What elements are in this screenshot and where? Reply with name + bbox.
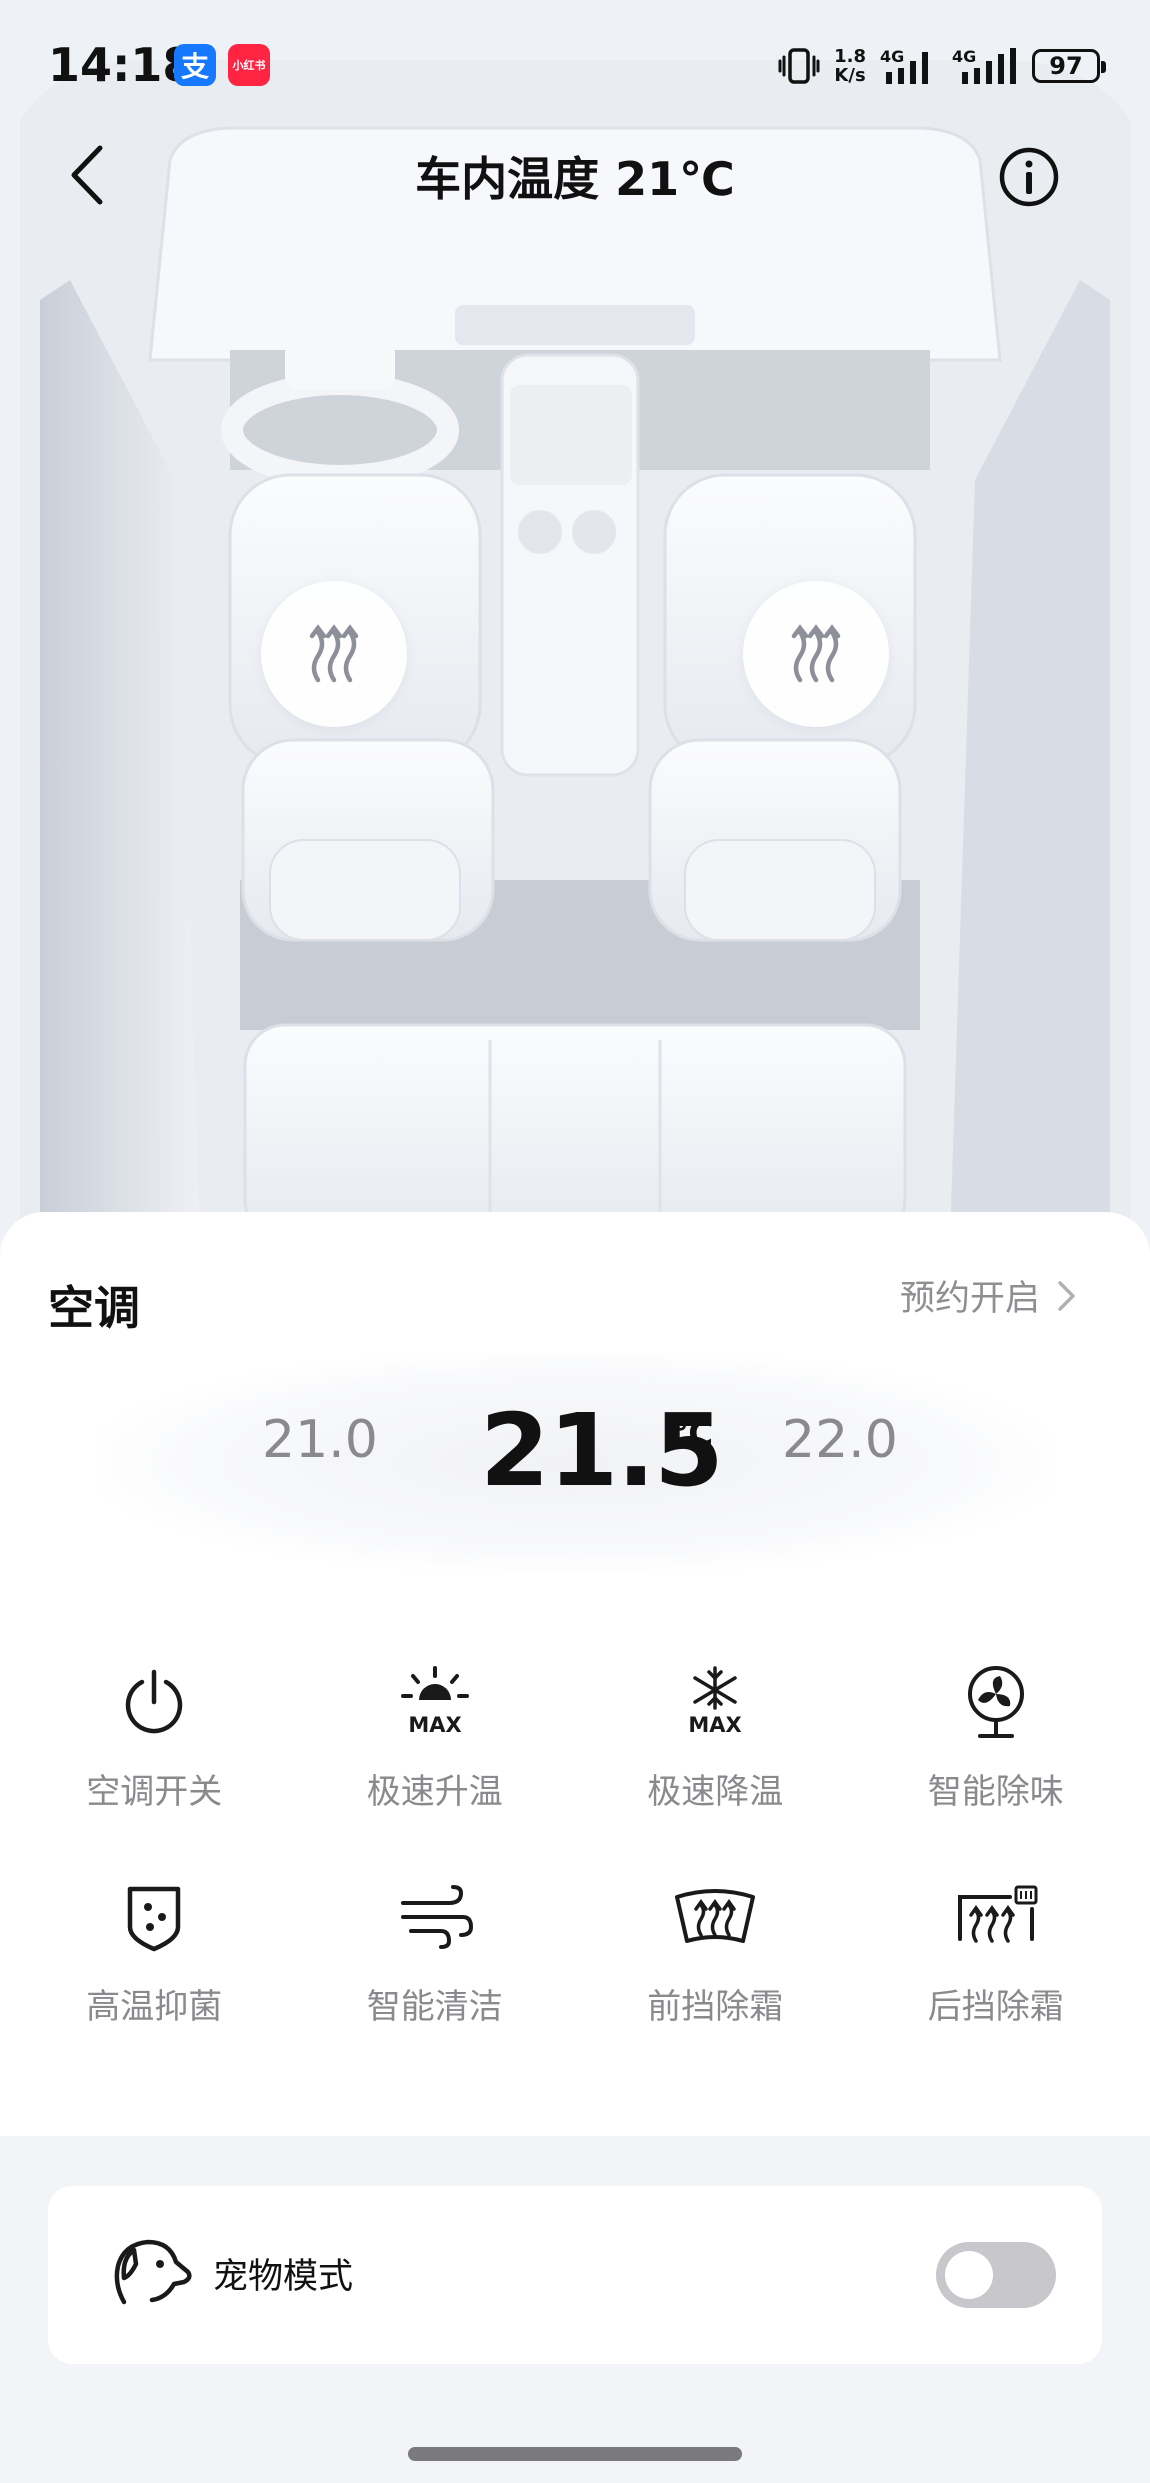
- pet-mode-toggle[interactable]: [936, 2242, 1056, 2308]
- smart-deodorize-button[interactable]: 智能除味: [856, 1660, 1137, 1813]
- seat-heat-icon: [791, 624, 841, 683]
- status-indicators: 1.8 K/s 4G 4G 97: [778, 44, 1106, 88]
- seat-heat-icon: [309, 624, 359, 683]
- ac-power-button[interactable]: 空调开关: [14, 1660, 295, 1813]
- status-bar: 14:18 支 小红书 1.8 K/s 4G 4G 97: [0, 0, 1150, 130]
- smart-clean-button[interactable]: 智能清洁: [295, 1875, 576, 2028]
- network-speed-value: 1.8: [834, 46, 866, 67]
- rear-defrost-icon: [957, 1885, 1038, 1943]
- rapid-cool-button[interactable]: MAX 极速降温: [575, 1660, 856, 1813]
- schedule-label: 预约开启: [899, 1279, 1040, 1319]
- passenger-seat-heater-button[interactable]: [743, 581, 889, 727]
- high-temp-sterilize-button[interactable]: 高温抑菌: [14, 1875, 295, 2028]
- temp-unit: ℃: [672, 1414, 714, 1454]
- front-defrost-button[interactable]: 前挡除霜: [575, 1875, 856, 2028]
- dog-icon: [114, 2239, 192, 2305]
- chevron-right-icon: [1058, 1280, 1075, 1311]
- ac-function-grid: 空调开关 MAX 极速升温 MAX 极速降温 智能除味 高温抑菌 智能清洁 前挡…: [14, 1660, 1136, 2028]
- shield-dots-icon: [128, 1886, 181, 1952]
- rapid-heat-label: 极速升温: [366, 1772, 503, 1812]
- cellular-signal-icon: 4G: [880, 47, 928, 84]
- wind-icon: [400, 1885, 473, 1949]
- ac-section-title: 空调: [48, 1281, 140, 1335]
- snowflake-max-icon: MAX: [689, 1666, 742, 1737]
- app-screen: 14:18 支 小红书 1.8 K/s 4G 4G 97 车内温度 21℃ 空调…: [0, 0, 1150, 2483]
- home-indicator[interactable]: [408, 2447, 742, 2461]
- front-defrost-label: 前挡除霜: [647, 1987, 784, 2027]
- rapid-cool-label: 极速降温: [647, 1772, 784, 1812]
- front-defrost-icon: [675, 1889, 756, 1943]
- temp-option-lower[interactable]: 21.0: [262, 1410, 378, 1470]
- sun-max-icon: MAX: [400, 1666, 469, 1737]
- pet-mode-label: 宠物模式: [213, 2257, 354, 2297]
- ac-power-label: 空调开关: [86, 1772, 223, 1812]
- smart-deodorize-label: 智能除味: [927, 1772, 1064, 1812]
- vibrate-icon: [778, 48, 820, 84]
- status-time: 14:18: [48, 38, 195, 92]
- network-speed-unit: K/s: [834, 65, 866, 86]
- battery-indicator: 97: [1032, 49, 1106, 83]
- alipay-icon: 支: [174, 44, 216, 86]
- info-button[interactable]: [998, 146, 1060, 208]
- page-title: 车内温度 21℃: [415, 152, 735, 206]
- rear-defrost-button[interactable]: 后挡除霜: [856, 1875, 1137, 2028]
- rear-defrost-label: 后挡除霜: [927, 1987, 1064, 2027]
- svg-text:MAX: MAX: [689, 1713, 742, 1737]
- toggle-knob: [945, 2251, 993, 2299]
- pet-mode-card: 宠物模式: [48, 2186, 1102, 2364]
- network-speed: 1.8 K/s: [834, 47, 866, 85]
- xiaohongshu-icon: 小红书: [228, 44, 270, 86]
- high-temp-sterilize-label: 高温抑菌: [86, 1987, 223, 2027]
- info-icon: [999, 147, 1059, 207]
- driver-seat-heater-button[interactable]: [261, 581, 407, 727]
- rapid-heat-button[interactable]: MAX 极速升温: [295, 1660, 576, 1813]
- network-type-label-2: 4G: [952, 47, 976, 66]
- network-type-label: 4G: [880, 47, 904, 66]
- cellular-signal-icon-2: 4G: [952, 47, 1016, 84]
- schedule-button[interactable]: 预约开启: [900, 1270, 1078, 1321]
- fan-icon: [967, 1666, 1024, 1738]
- temp-option-higher[interactable]: 22.0: [782, 1410, 898, 1470]
- smart-clean-label: 智能清洁: [366, 1987, 503, 2027]
- svg-text:MAX: MAX: [408, 1713, 461, 1737]
- power-icon: [126, 1669, 183, 1734]
